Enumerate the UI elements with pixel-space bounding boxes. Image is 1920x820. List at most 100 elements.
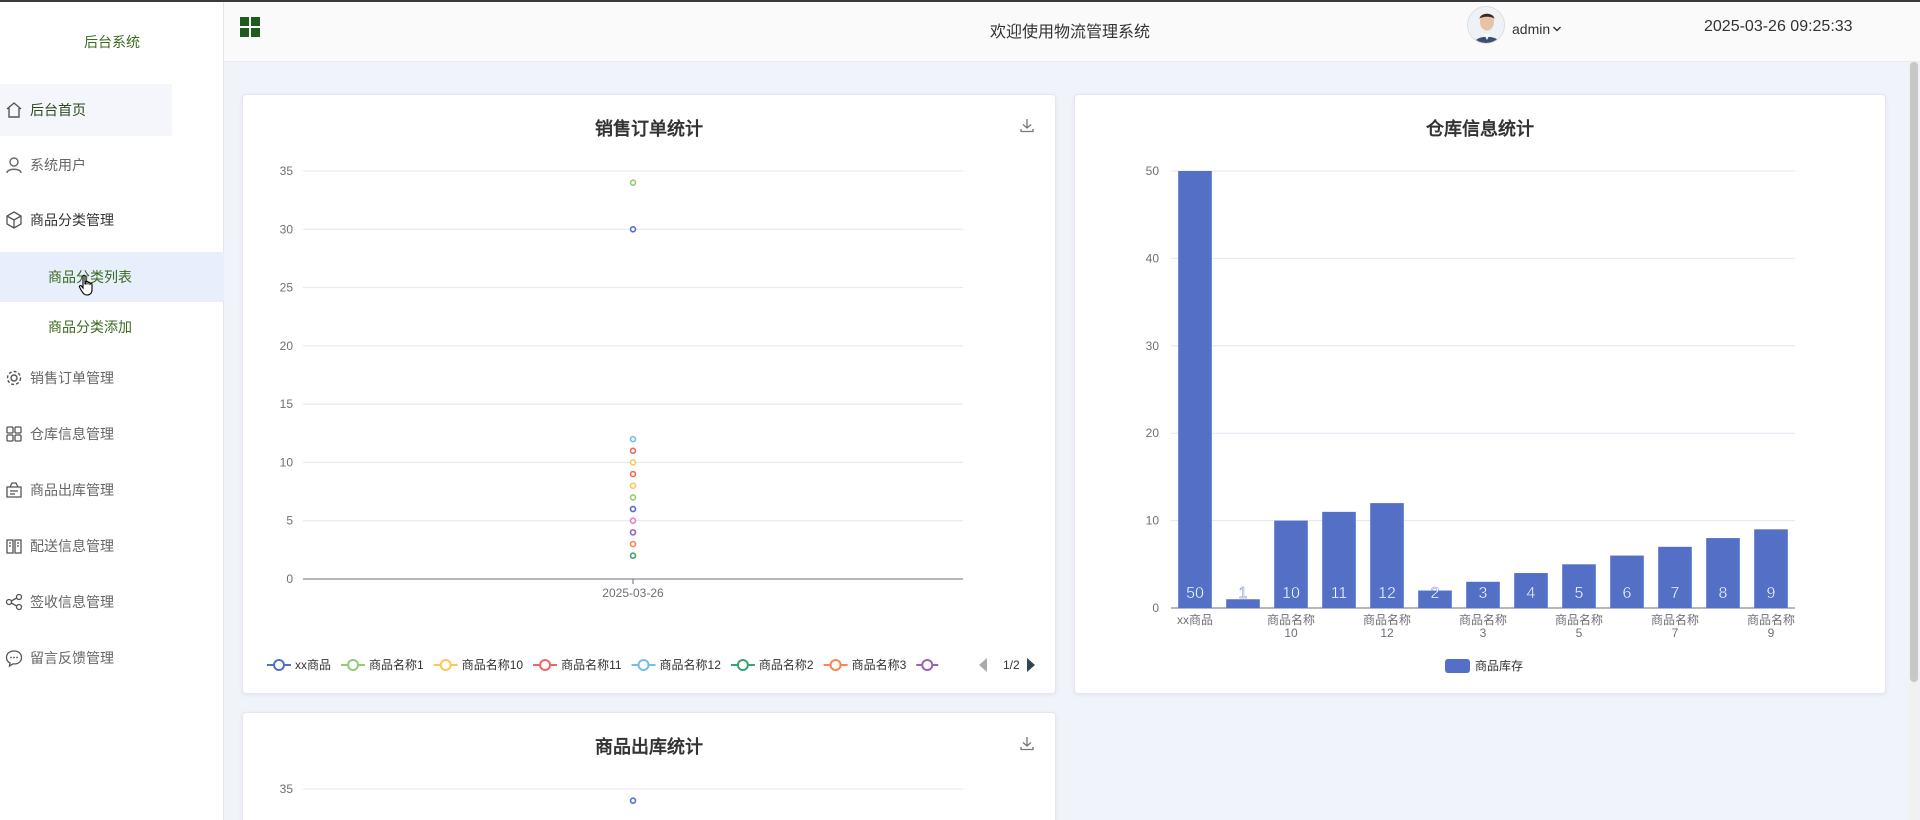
bar xyxy=(1178,171,1212,608)
x-tick-label: 商品名称 xyxy=(1267,612,1315,627)
data-point xyxy=(629,529,637,536)
legend-marker xyxy=(829,659,842,671)
y-tick-label: 40 xyxy=(1146,251,1160,265)
sidebar-item-warehouse[interactable]: 仓库信息管理 xyxy=(0,408,224,460)
brand-title: 后台系统 xyxy=(84,34,140,50)
legend-label: 商品名称3 xyxy=(852,657,907,672)
warehouse-bar-chart: 0102030405050xx商品1 10商品名称1011 12商品名称122 3商品… xyxy=(1146,164,1795,673)
sidebar-item-label: 商品出库管理 xyxy=(30,482,114,498)
sidebar-item-signoff[interactable]: 签收信息管理 xyxy=(0,576,224,628)
y-tick-label: 0 xyxy=(286,572,293,586)
legend-page-label: 1/2 xyxy=(1003,658,1020,672)
y-tick-label: 5 xyxy=(286,514,293,528)
legend-label: xx商品 xyxy=(295,657,331,672)
y-tick-label: 10 xyxy=(280,455,294,469)
y-tick-label: 50 xyxy=(1146,164,1160,178)
avatar[interactable] xyxy=(1467,6,1505,44)
x-tick-label: 商品名称 xyxy=(1555,612,1603,627)
x-tick-label: 7 xyxy=(1672,626,1679,640)
sidebar-item-label: 系统用户 xyxy=(30,157,86,173)
bar-value-label: 12 xyxy=(1378,585,1396,602)
bar-value-label: 5 xyxy=(1575,585,1584,602)
legend-marker xyxy=(539,659,552,671)
gear-icon xyxy=(6,370,22,386)
x-tick-label: 2025-03-26 xyxy=(602,586,664,600)
sidebar-item-label: 仓库信息管理 xyxy=(30,426,114,442)
sidebar: 后台系统 后台首页 系统用户 商品分类管理 商品分类列表 商品分类添加 销售订单… xyxy=(0,2,224,820)
bar-value-label: 4 xyxy=(1527,585,1536,602)
warehouse-card: 仓库信息统计 0 10 20 30 40 50 50 xx商品 1 10 商品名称 10 11 12 商品名… xyxy=(1074,94,1886,694)
grid-menu-icon[interactable] xyxy=(239,16,261,38)
data-point xyxy=(629,540,637,548)
legend-label: 商品名称11 xyxy=(561,657,622,672)
legend-marker xyxy=(736,659,749,671)
y-tick-label: 20 xyxy=(1146,426,1160,440)
legend-label: 商品库存 xyxy=(1475,658,1523,673)
sidebar-subitem-category-add[interactable]: 商品分类添加 xyxy=(0,302,224,352)
y-tick-label: 10 xyxy=(1146,514,1160,528)
data-point xyxy=(629,225,637,233)
data-point xyxy=(629,494,637,501)
datetime-display: 2025-03-26 09:25:33 xyxy=(1704,18,1853,35)
share-icon xyxy=(5,593,23,611)
sidebar-item-users[interactable]: 系统用户 xyxy=(0,139,224,191)
sidebar-item-category[interactable]: 商品分类管理 xyxy=(0,194,224,246)
y-tick-label: 35 xyxy=(280,164,294,178)
x-tick-label: 商品名称 xyxy=(1459,612,1507,627)
chat-icon xyxy=(5,650,23,668)
legend-marker xyxy=(637,659,650,671)
outbound-card: 商品出库统计 35 xyxy=(242,712,1056,820)
sidebar-item-feedback[interactable]: 留言反馈管理 xyxy=(0,632,224,684)
sidebar-item-label: 后台首页 xyxy=(30,102,86,118)
bar-value-label: 2 xyxy=(1431,585,1440,602)
bar-value-label: 50 xyxy=(1186,585,1204,602)
header-title: 欢迎使用物流管理系统 xyxy=(990,24,1151,41)
sidebar-item-label: 配送信息管理 xyxy=(30,538,114,554)
x-tick-label: 5 xyxy=(1576,626,1583,640)
data-point xyxy=(629,447,637,455)
legend-label: 商品名称1 xyxy=(369,657,424,672)
home-icon xyxy=(6,102,22,118)
sidebar-item-home[interactable]: 后台首页 xyxy=(0,84,172,136)
data-point xyxy=(629,505,637,513)
sidebar-subitem-category-list[interactable]: 商品分类列表 xyxy=(0,252,224,302)
x-tick-label: xx商品 xyxy=(1177,612,1213,627)
sidebar-item-label: 商品分类管理 xyxy=(30,212,114,228)
sidebar-item-delivery[interactable]: 配送信息管理 xyxy=(0,520,224,572)
page-scrollbar-thumb[interactable] xyxy=(1910,62,1918,682)
hand-cursor-icon xyxy=(78,274,93,296)
cube-icon xyxy=(6,211,22,229)
bar-value-label: 11 xyxy=(1331,585,1348,602)
legend-next-icon[interactable] xyxy=(1027,658,1035,672)
data-point xyxy=(629,459,637,466)
user-menu[interactable]: admin xyxy=(1512,21,1562,37)
sales-scatter-chart: 0 5 10 15 20 25 30 35 2025-03-26 xx商品 商品名称1 商品名称10 商… xyxy=(267,164,1035,672)
y-tick-label: 35 xyxy=(280,782,294,796)
sidebar-item-sales-orders[interactable]: 销售订单管理 xyxy=(0,352,224,404)
x-tick-label: 12 xyxy=(1380,626,1394,640)
y-tick-label: 30 xyxy=(280,222,294,236)
username-label: admin xyxy=(1512,21,1551,37)
legend-marker xyxy=(921,659,934,671)
sidebar-item-label: 签收信息管理 xyxy=(30,594,114,610)
data-point xyxy=(629,482,637,490)
bar-value-label: 10 xyxy=(1282,585,1300,602)
bar-value-label: 7 xyxy=(1671,585,1680,602)
legend-marker xyxy=(273,659,285,671)
bar-value-label: 8 xyxy=(1719,585,1728,602)
data-point xyxy=(629,517,637,525)
data-point xyxy=(629,552,637,559)
x-tick-label: 商品名称 xyxy=(1363,612,1411,627)
bar-value-label: 9 xyxy=(1767,585,1776,602)
legend-label: 商品名称2 xyxy=(759,657,814,672)
data-point xyxy=(629,797,637,804)
legend-prev-icon[interactable] xyxy=(979,658,987,672)
data-point xyxy=(629,435,637,443)
sales-order-card: 销售订单统计 0 5 10 15 20 25 30 35 2025-03-26 xx商品 商品名称1… xyxy=(242,94,1056,694)
legend-marker xyxy=(1445,659,1470,673)
sidebar-item-outbound[interactable]: 商品出库管理 xyxy=(0,464,224,516)
x-tick-label: 商品名称 xyxy=(1747,612,1795,627)
legend-marker xyxy=(347,659,360,671)
legend-label: 商品名称12 xyxy=(660,657,722,672)
x-tick-label: 9 xyxy=(1768,626,1775,640)
